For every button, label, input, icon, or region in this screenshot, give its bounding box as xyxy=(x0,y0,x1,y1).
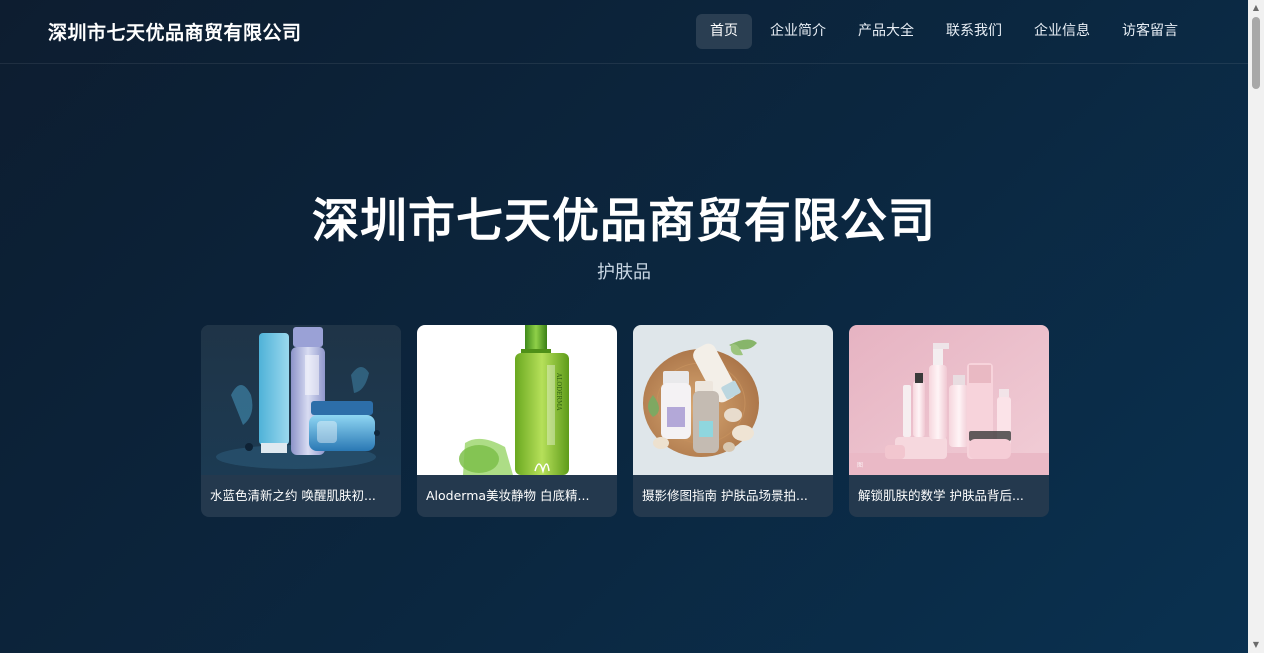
product-card[interactable]: 摄影修图指南 护肤品场景拍... xyxy=(633,325,833,517)
hero-subtitle: 护肤品 xyxy=(597,262,651,283)
card-caption: 摄影修图指南 护肤品场景拍... xyxy=(642,488,808,503)
scroll-down-arrow-icon[interactable]: ▼ xyxy=(1248,637,1264,653)
card-caption: Aloderma美妆静物 白底精... xyxy=(426,488,590,503)
site-header: 深圳市七天优品商贸有限公司 首页 企业简介 产品大全 联系我们 企业信息 访客留… xyxy=(0,0,1248,64)
svg-text:ALODERMA: ALODERMA xyxy=(555,372,562,411)
product-cards: 水蓝色清新之约 唤醒肌肤初... ALODERMA Aloderma美妆静物 白… xyxy=(201,325,1049,517)
card-caption: 水蓝色清新之约 唤醒肌肤初... xyxy=(210,488,376,503)
nav-company-intro[interactable]: 企业简介 xyxy=(756,14,840,49)
nav-company-info[interactable]: 企业信息 xyxy=(1020,14,1104,49)
product-card[interactable]: 图 解锁肌肤的数学 护肤品背后... xyxy=(849,325,1049,517)
vertical-scrollbar[interactable]: ▲ ▼ xyxy=(1248,0,1264,653)
svg-text:图: 图 xyxy=(857,462,863,469)
brand-logo-text[interactable]: 深圳市七天优品商贸有限公司 xyxy=(48,18,302,45)
green-aloe-bottle-image: ALODERMA xyxy=(417,325,617,475)
scroll-up-arrow-icon[interactable]: ▲ xyxy=(1248,0,1264,16)
scrollbar-thumb[interactable] xyxy=(1252,17,1260,89)
card-caption: 解锁肌肤的数学 护肤品背后... xyxy=(858,488,1024,503)
pink-skincare-set-image: 图 xyxy=(849,325,1049,475)
hero-title: 深圳市七天优品商贸有限公司 xyxy=(312,194,936,249)
skincare-on-wood-tray-image xyxy=(633,325,833,475)
main-nav: 首页 企业简介 产品大全 联系我们 企业信息 访客留言 xyxy=(696,14,1196,49)
blue-skincare-products-image xyxy=(201,325,401,475)
product-card[interactable]: ALODERMA Aloderma美妆静物 白底精... xyxy=(417,325,617,517)
nav-home[interactable]: 首页 xyxy=(696,14,752,49)
nav-guestbook[interactable]: 访客留言 xyxy=(1108,14,1192,49)
page: 深圳市七天优品商贸有限公司 首页 企业简介 产品大全 联系我们 企业信息 访客留… xyxy=(0,0,1248,653)
nav-contact[interactable]: 联系我们 xyxy=(932,14,1016,49)
nav-products[interactable]: 产品大全 xyxy=(844,14,928,49)
product-card[interactable]: 水蓝色清新之约 唤醒肌肤初... xyxy=(201,325,401,517)
